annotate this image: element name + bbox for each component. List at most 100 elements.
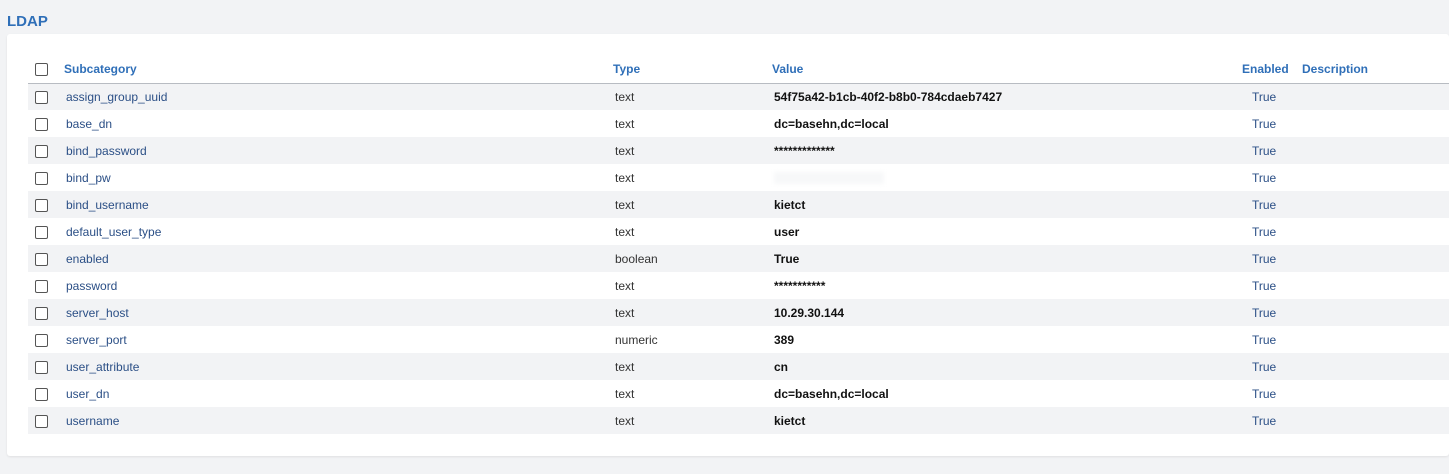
enabled-cell[interactable]: True xyxy=(1242,326,1302,353)
subcategory-cell[interactable]: password xyxy=(64,272,613,299)
table-row[interactable]: username text kietct True xyxy=(28,407,1449,434)
value-cell: *********** xyxy=(772,272,1242,299)
subcategory-cell[interactable]: username xyxy=(64,407,613,434)
table-row[interactable]: assign_group_uuid text 54f75a42-b1cb-40f2-… xyxy=(28,83,1449,110)
table-row[interactable]: user_dn text dc=basehn,dc=local True xyxy=(28,380,1449,407)
enabled-cell[interactable]: True xyxy=(1242,110,1302,137)
select-all-cell xyxy=(28,56,64,84)
row-checkbox[interactable] xyxy=(35,306,48,320)
enabled-cell[interactable]: True xyxy=(1242,191,1302,218)
row-checkbox[interactable] xyxy=(35,90,48,104)
description-cell xyxy=(1302,245,1449,272)
subcategory-cell[interactable]: bind_pw xyxy=(64,164,613,191)
subcategory-cell[interactable]: default_user_type xyxy=(64,218,613,245)
description-cell xyxy=(1302,83,1449,110)
value-cell: kietct xyxy=(772,407,1242,434)
enabled-cell[interactable]: True xyxy=(1242,218,1302,245)
table-row[interactable]: server_port numeric 389 True xyxy=(28,326,1449,353)
header-enabled[interactable]: Enabled xyxy=(1242,56,1302,84)
enabled-cell[interactable]: True xyxy=(1242,83,1302,110)
row-checkbox[interactable] xyxy=(35,117,48,131)
enabled-cell[interactable]: True xyxy=(1242,407,1302,434)
value-cell: True xyxy=(772,245,1242,272)
description-cell xyxy=(1302,407,1449,434)
subcategory-cell[interactable]: base_dn xyxy=(64,110,613,137)
type-cell: text xyxy=(613,218,772,245)
row-select-cell xyxy=(28,245,64,272)
description-cell xyxy=(1302,164,1449,191)
type-cell: text xyxy=(613,353,772,380)
table-row[interactable]: default_user_type text user True xyxy=(28,218,1449,245)
subcategory-cell[interactable]: bind_password xyxy=(64,137,613,164)
row-checkbox[interactable] xyxy=(35,144,48,158)
row-select-cell xyxy=(28,407,64,434)
subcategory-cell[interactable]: bind_username xyxy=(64,191,613,218)
description-cell xyxy=(1302,218,1449,245)
row-checkbox[interactable] xyxy=(35,279,48,293)
table-row[interactable]: user_attribute text cn True xyxy=(28,353,1449,380)
header-value[interactable]: Value xyxy=(772,56,1242,84)
subcategory-cell[interactable]: enabled xyxy=(64,245,613,272)
enabled-cell[interactable]: True xyxy=(1242,299,1302,326)
table-row[interactable]: enabled boolean True True xyxy=(28,245,1449,272)
table-row[interactable]: base_dn text dc=basehn,dc=local True xyxy=(28,110,1449,137)
row-select-cell xyxy=(28,218,64,245)
description-cell xyxy=(1302,299,1449,326)
table-row[interactable]: password text *********** True xyxy=(28,272,1449,299)
settings-table: Subcategory Type Value Enabled Descripti… xyxy=(28,56,1449,434)
enabled-cell[interactable]: True xyxy=(1242,245,1302,272)
header-description[interactable]: Description xyxy=(1302,56,1449,84)
subcategory-cell[interactable]: user_attribute xyxy=(64,353,613,380)
row-select-cell xyxy=(28,164,64,191)
subcategory-cell[interactable]: server_host xyxy=(64,299,613,326)
select-all-checkbox[interactable] xyxy=(35,63,48,77)
subcategory-cell[interactable]: server_port xyxy=(64,326,613,353)
obscured-value xyxy=(774,172,884,185)
enabled-cell[interactable]: True xyxy=(1242,272,1302,299)
row-checkbox[interactable] xyxy=(35,252,48,266)
enabled-cell[interactable]: True xyxy=(1242,164,1302,191)
description-cell xyxy=(1302,272,1449,299)
table-row[interactable]: bind_pw text True xyxy=(28,164,1449,191)
description-cell xyxy=(1302,353,1449,380)
row-checkbox[interactable] xyxy=(35,171,48,185)
row-select-cell xyxy=(28,191,64,218)
type-cell: numeric xyxy=(613,326,772,353)
enabled-cell[interactable]: True xyxy=(1242,353,1302,380)
description-cell xyxy=(1302,191,1449,218)
row-select-cell xyxy=(28,299,64,326)
description-cell xyxy=(1302,110,1449,137)
row-checkbox[interactable] xyxy=(35,333,48,347)
header-type[interactable]: Type xyxy=(613,56,772,84)
row-checkbox[interactable] xyxy=(35,198,48,212)
table-row[interactable]: bind_password text ************* True xyxy=(28,137,1449,164)
enabled-cell[interactable]: True xyxy=(1242,380,1302,407)
type-cell: boolean xyxy=(613,245,772,272)
enabled-cell[interactable]: True xyxy=(1242,137,1302,164)
subcategory-cell[interactable]: assign_group_uuid xyxy=(64,83,613,110)
row-select-cell xyxy=(28,353,64,380)
row-select-cell xyxy=(28,272,64,299)
settings-card: Subcategory Type Value Enabled Descripti… xyxy=(7,34,1449,456)
section-title: LDAP xyxy=(7,13,48,30)
row-checkbox[interactable] xyxy=(35,387,48,401)
row-checkbox[interactable] xyxy=(35,360,48,374)
row-checkbox[interactable] xyxy=(35,225,48,239)
value-cell xyxy=(772,164,1242,191)
header-row: Subcategory Type Value Enabled Descripti… xyxy=(28,56,1449,84)
value-cell: dc=basehn,dc=local xyxy=(772,110,1242,137)
row-checkbox[interactable] xyxy=(35,414,48,428)
description-cell xyxy=(1302,137,1449,164)
table-row[interactable]: server_host text 10.29.30.144 True xyxy=(28,299,1449,326)
description-cell xyxy=(1302,380,1449,407)
description-cell xyxy=(1302,326,1449,353)
table-row[interactable]: bind_username text kietct True xyxy=(28,191,1449,218)
row-select-cell xyxy=(28,110,64,137)
value-cell: cn xyxy=(772,353,1242,380)
type-cell: text xyxy=(613,110,772,137)
header-subcategory[interactable]: Subcategory xyxy=(64,56,613,84)
value-cell: ************* xyxy=(772,137,1242,164)
subcategory-cell[interactable]: user_dn xyxy=(64,380,613,407)
type-cell: text xyxy=(613,83,772,110)
type-cell: text xyxy=(613,407,772,434)
